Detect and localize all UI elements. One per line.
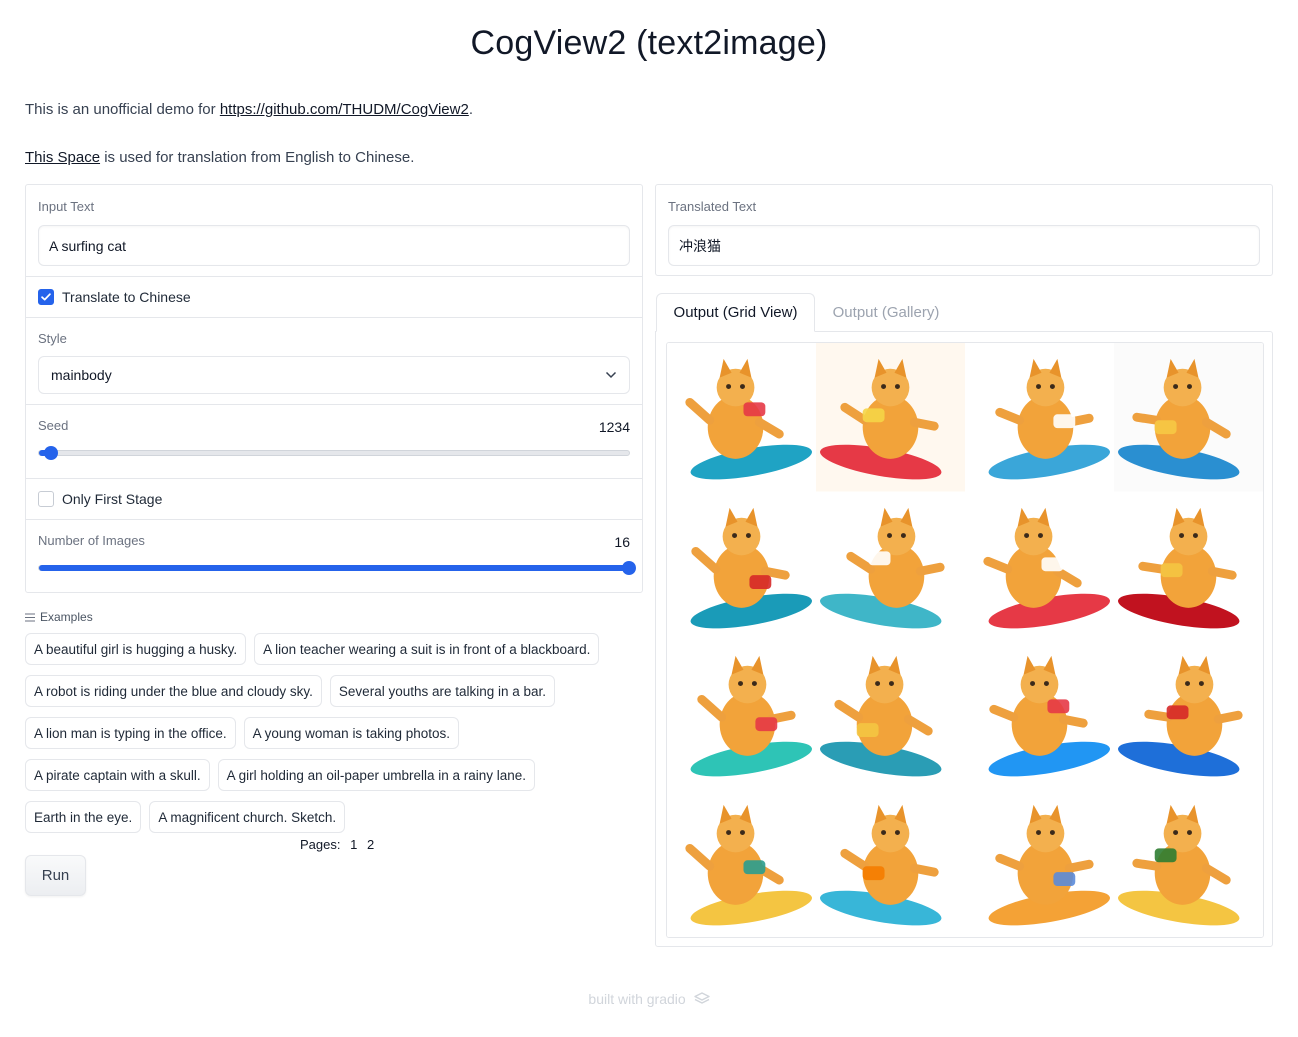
num-images-slider[interactable] [38,561,636,575]
output-image[interactable] [1114,491,1263,640]
pagination: Pages: 1 2 [300,837,374,852]
style-dropdown[interactable]: mainbody [38,356,630,394]
footer-text[interactable]: built with gradio [588,991,685,1007]
examples-header: Examples [25,610,93,624]
output-image[interactable] [667,640,816,789]
output-image[interactable] [816,491,965,640]
surfing-cat-image [1114,491,1263,640]
output-image[interactable] [816,788,965,937]
example-chip[interactable]: A magnificent church. Sketch. [149,801,346,833]
input-text-block: Input Text A surfing cat [26,185,642,277]
example-chip[interactable]: Earth in the eye. [25,801,142,833]
translated-text-field[interactable]: 冲浪猫 [668,225,1260,266]
output-image-grid [666,342,1264,938]
surfing-cat-image [816,640,965,789]
this-space-link[interactable]: This Space [25,149,100,166]
translate-label: Translate to Chinese [62,289,191,305]
list-icon [25,613,35,621]
page-title: CogView2 (text2image) [470,24,828,62]
seed-slider[interactable] [38,446,630,460]
chevron-down-icon [605,371,617,379]
surfing-cat-image [816,343,965,492]
output-image[interactable] [965,343,1114,492]
surfing-cat-image [965,343,1114,492]
input-text-label: Input Text [38,199,95,214]
translate-checkbox[interactable] [38,289,54,305]
examples-label: Examples [40,610,93,624]
tab-output-grid-view[interactable]: Output (Grid View) [656,293,815,332]
surfing-cat-image [965,640,1114,789]
page-2-link[interactable]: 2 [367,837,374,852]
description-text-2: is used for translation from English to … [100,149,415,166]
num-images-value[interactable]: 16 [614,534,630,550]
example-chip[interactable]: A lion man is typing in the office. [25,717,236,749]
image-grid [667,343,1263,937]
style-selected-value: mainbody [51,367,112,383]
output-image[interactable] [816,343,965,492]
surfing-cat-image [965,491,1114,640]
page-1-link[interactable]: 1 [350,837,357,852]
description-suffix: . [468,101,473,118]
example-chip[interactable]: Several youths are talking in a bar. [329,675,556,707]
example-chip[interactable]: A young woman is taking photos. [243,717,459,749]
num-images-slider-thumb[interactable] [622,561,636,575]
run-button[interactable]: Run [25,855,86,896]
output-image[interactable] [667,343,816,492]
pages-label: Pages: [300,837,341,852]
surfing-cat-image [1114,343,1263,492]
seed-block: Seed 1234 [26,405,642,479]
surfing-cat-image [816,788,965,937]
style-label: Style [38,331,67,346]
input-text-field[interactable]: A surfing cat [38,225,630,266]
num-images-slider-fill [39,565,629,571]
example-chip[interactable]: A lion teacher wearing a suit is in fron… [254,633,600,665]
style-block: Style mainbody [26,318,642,405]
surfing-cat-image [816,491,965,640]
output-image[interactable] [1114,640,1263,789]
translated-text-label: Translated Text [668,199,757,214]
output-image[interactable] [965,640,1114,789]
surfing-cat-image [667,343,816,492]
num-images-label: Number of Images [38,533,145,548]
description-line-2: This Space is used for translation from … [25,149,414,166]
tab-output-gallery[interactable]: Output (Gallery) [816,293,956,332]
output-image[interactable] [667,491,816,640]
only-first-stage-checkbox[interactable] [38,491,54,507]
output-image[interactable] [965,788,1114,937]
description-text: This is an unofficial demo for [25,101,220,118]
output-image[interactable] [965,491,1114,640]
translate-block: Translate to Chinese [26,277,642,318]
surfing-cat-image [667,640,816,789]
output-image[interactable] [667,788,816,937]
gradio-logo-icon [693,992,710,1004]
output-tab-panel [655,331,1273,947]
num-images-block: Number of Images 16 [26,520,642,593]
example-chip[interactable]: A girl holding an oil-paper umbrella in … [217,759,536,791]
footer: built with gradio [0,991,1298,1007]
examples-list: A beautiful girl is hugging a husky. A l… [25,633,645,833]
seed-slider-thumb[interactable] [43,446,58,460]
surfing-cat-image [1114,640,1263,789]
translated-text-panel: Translated Text 冲浪猫 [655,184,1273,276]
surfing-cat-image [965,788,1114,937]
output-image[interactable] [1114,343,1263,492]
surfing-cat-image [1114,788,1263,937]
output-image[interactable] [1114,788,1263,937]
seed-label: Seed [38,418,69,433]
surfing-cat-image [667,788,816,937]
github-link[interactable]: https://github.com/THUDM/CogView2 [220,101,469,118]
example-chip[interactable]: A beautiful girl is hugging a husky. [25,633,247,665]
only-first-stage-block: Only First Stage [26,479,642,520]
description-line-1: This is an unofficial demo for https://g… [25,101,473,118]
controls-panel: Input Text A surfing cat Translate to Ch… [25,184,643,593]
example-chip[interactable]: A pirate captain with a skull. [25,759,210,791]
only-first-stage-label: Only First Stage [62,491,163,507]
seed-value[interactable]: 1234 [599,419,630,435]
check-icon [41,293,51,301]
surfing-cat-image [667,491,816,640]
output-image[interactable] [816,640,965,789]
example-chip[interactable]: A robot is riding under the blue and clo… [25,675,322,707]
